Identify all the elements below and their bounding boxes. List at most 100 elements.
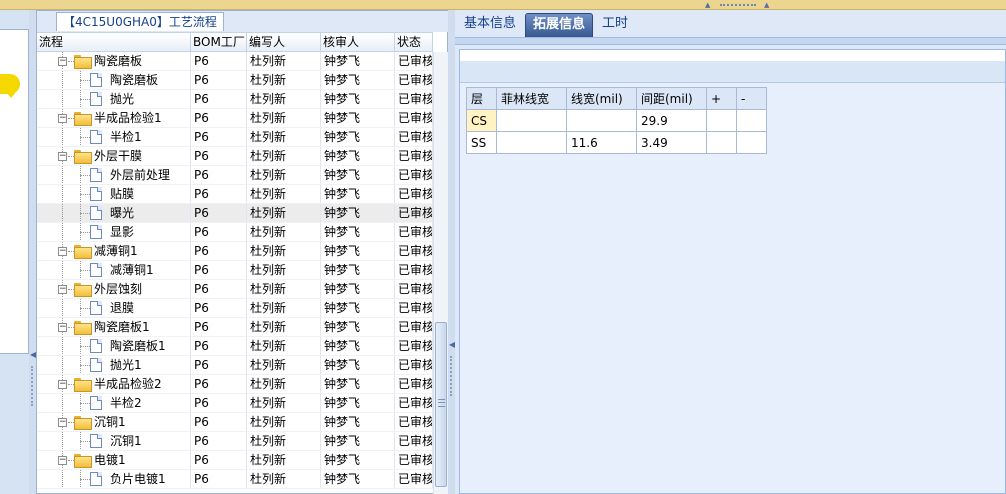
scrollbar-thumb[interactable] <box>435 322 447 487</box>
document-icon <box>90 130 102 144</box>
folder-icon <box>74 283 92 297</box>
flow-cell[interactable]: 显影 <box>37 223 191 241</box>
collapse-toggle-icon[interactable]: − <box>58 247 67 256</box>
table-row[interactable]: CS 29.9 <box>466 109 767 132</box>
splitter-grip[interactable] <box>31 366 33 406</box>
flow-cell[interactable]: − 半成品检验2 <box>37 375 191 393</box>
flow-cell[interactable]: − 外层蚀刻 <box>37 280 191 298</box>
flow-cell[interactable]: 抛光1 <box>37 356 191 374</box>
chat-bubble-icon[interactable] <box>0 74 20 94</box>
collapse-toggle-icon[interactable]: − <box>58 418 67 427</box>
status-cell: 已审核 <box>395 71 433 89</box>
flow-cell[interactable]: 半检1 <box>37 128 191 146</box>
collapse-toggle-icon[interactable]: − <box>58 285 67 294</box>
collapse-toggle-icon[interactable]: − <box>58 114 67 123</box>
table-cell[interactable] <box>706 131 737 154</box>
collapse-toggle-icon[interactable]: − <box>58 456 67 465</box>
tab-2[interactable]: 工时 <box>595 13 635 37</box>
writer-cell: 杜列新 <box>247 356 321 374</box>
left-splitter[interactable]: ◀ <box>29 10 36 494</box>
table-cell[interactable] <box>736 109 767 132</box>
bom-cell: P6 <box>191 128 247 146</box>
tab-1[interactable]: 拓展信息 <box>525 13 594 41</box>
tree-row[interactable]: − 沉铜1 P6 杜列新 钟梦飞 已审核 <box>37 413 433 432</box>
table-cell[interactable]: 3.49 <box>636 131 707 154</box>
document-icon <box>90 358 102 372</box>
tree-row[interactable]: 半检2 P6 杜列新 钟梦飞 已审核 <box>37 394 433 413</box>
flow-cell[interactable]: − 外层干膜 <box>37 147 191 165</box>
tree-row[interactable]: − 陶瓷磨板 P6 杜列新 钟梦飞 已审核 <box>37 52 433 71</box>
column-header[interactable]: 流程 <box>37 33 191 51</box>
table-cell[interactable] <box>566 109 637 132</box>
tree-row[interactable]: − 外层蚀刻 P6 杜列新 钟梦飞 已审核 <box>37 280 433 299</box>
column-header[interactable]: 核审人 <box>321 33 395 51</box>
collapse-up-icon[interactable]: ▲ <box>705 2 710 9</box>
tab-0[interactable]: 基本信息 <box>457 13 523 37</box>
remove-column-button[interactable]: - <box>736 87 767 110</box>
flow-cell[interactable]: 半检2 <box>37 394 191 412</box>
bom-cell: P6 <box>191 280 247 298</box>
tree-row[interactable]: − 半成品检验1 P6 杜列新 钟梦飞 已审核 <box>37 109 433 128</box>
flow-cell[interactable]: − 减薄铜1 <box>37 242 191 260</box>
flow-cell[interactable]: 减薄铜1 <box>37 261 191 279</box>
tree-row[interactable]: 减薄铜1 P6 杜列新 钟梦飞 已审核 <box>37 261 433 280</box>
tree-row[interactable]: − 电镀1 P6 杜列新 钟梦飞 已审核 <box>37 451 433 470</box>
tree-row[interactable]: 外层前处理 P6 杜列新 钟梦飞 已审核 <box>37 166 433 185</box>
tree-row[interactable]: 曝光 P6 杜列新 钟梦飞 已审核 <box>37 204 433 223</box>
status-cell: 已审核 <box>395 394 433 412</box>
flow-cell[interactable]: − 电镀1 <box>37 451 191 469</box>
tree-row[interactable]: − 陶瓷磨板1 P6 杜列新 钟梦飞 已审核 <box>37 318 433 337</box>
flow-cell[interactable]: − 陶瓷磨板 <box>37 52 191 70</box>
middle-splitter[interactable]: ◀ <box>448 10 455 494</box>
tree-row[interactable]: 退膜 P6 杜列新 钟梦飞 已审核 <box>37 299 433 318</box>
table-cell[interactable] <box>706 109 737 132</box>
reviewer-cell: 钟梦飞 <box>321 109 395 127</box>
table-cell[interactable]: 11.6 <box>566 131 637 154</box>
flow-cell[interactable]: 退膜 <box>37 299 191 317</box>
tree-row[interactable]: 半检1 P6 杜列新 钟梦飞 已审核 <box>37 128 433 147</box>
tree-row[interactable]: 显影 P6 杜列新 钟梦飞 已审核 <box>37 223 433 242</box>
table-cell[interactable]: CS <box>466 109 497 132</box>
flow-cell[interactable]: − 陶瓷磨板1 <box>37 318 191 336</box>
table-cell[interactable]: SS <box>466 131 497 154</box>
flow-cell[interactable]: 曝光 <box>37 204 191 222</box>
column-header[interactable]: BOM工厂 <box>191 33 247 51</box>
add-column-button[interactable]: + <box>706 87 737 110</box>
collapse-up-icon[interactable]: ▲ <box>764 2 769 9</box>
column-header[interactable]: 状态 <box>395 33 433 51</box>
collapse-toggle-icon[interactable]: − <box>58 152 67 161</box>
status-cell: 已审核 <box>395 413 433 431</box>
tree-row[interactable]: 抛光1 P6 杜列新 钟梦飞 已审核 <box>37 356 433 375</box>
flow-label: 退膜 <box>110 301 135 315</box>
flow-cell[interactable]: 陶瓷磨板1 <box>37 337 191 355</box>
flow-cell[interactable]: 沉铜1 <box>37 432 191 450</box>
tree-row[interactable]: 负片电镀1 P6 杜列新 钟梦飞 已审核 <box>37 470 433 489</box>
table-cell[interactable] <box>736 131 767 154</box>
collapse-toggle-icon[interactable]: − <box>58 323 67 332</box>
tree-row[interactable]: 贴膜 P6 杜列新 钟梦飞 已审核 <box>37 185 433 204</box>
table-cell[interactable] <box>496 131 567 154</box>
splitter-grip[interactable] <box>450 356 452 396</box>
table-row[interactable]: SS 11.6 3.49 <box>466 131 767 154</box>
tree-row[interactable]: 陶瓷磨板1 P6 杜列新 钟梦飞 已审核 <box>37 337 433 356</box>
flow-cell[interactable]: − 沉铜1 <box>37 413 191 431</box>
table-cell[interactable] <box>496 109 567 132</box>
tree-row[interactable]: − 减薄铜1 P6 杜列新 钟梦飞 已审核 <box>37 242 433 261</box>
flow-cell[interactable]: 负片电镀1 <box>37 470 191 488</box>
table-cell[interactable]: 29.9 <box>636 109 707 132</box>
tree-row[interactable]: 陶瓷磨板 P6 杜列新 钟梦飞 已审核 <box>37 71 433 90</box>
tree-row[interactable]: − 半成品检验2 P6 杜列新 钟梦飞 已审核 <box>37 375 433 394</box>
tree-row[interactable]: 沉铜1 P6 杜列新 钟梦飞 已审核 <box>37 432 433 451</box>
column-header[interactable]: 编写人 <box>247 33 321 51</box>
splitter-grip[interactable] <box>720 4 756 6</box>
collapse-toggle-icon[interactable]: − <box>58 57 67 66</box>
flow-cell[interactable]: − 半成品检验1 <box>37 109 191 127</box>
flow-cell[interactable]: 贴膜 <box>37 185 191 203</box>
vertical-scrollbar[interactable] <box>433 52 448 494</box>
flow-cell[interactable]: 抛光 <box>37 90 191 108</box>
tree-row[interactable]: 抛光 P6 杜列新 钟梦飞 已审核 <box>37 90 433 109</box>
tree-row[interactable]: − 外层干膜 P6 杜列新 钟梦飞 已审核 <box>37 147 433 166</box>
collapse-toggle-icon[interactable]: − <box>58 380 67 389</box>
flow-cell[interactable]: 外层前处理 <box>37 166 191 184</box>
flow-cell[interactable]: 陶瓷磨板 <box>37 71 191 89</box>
